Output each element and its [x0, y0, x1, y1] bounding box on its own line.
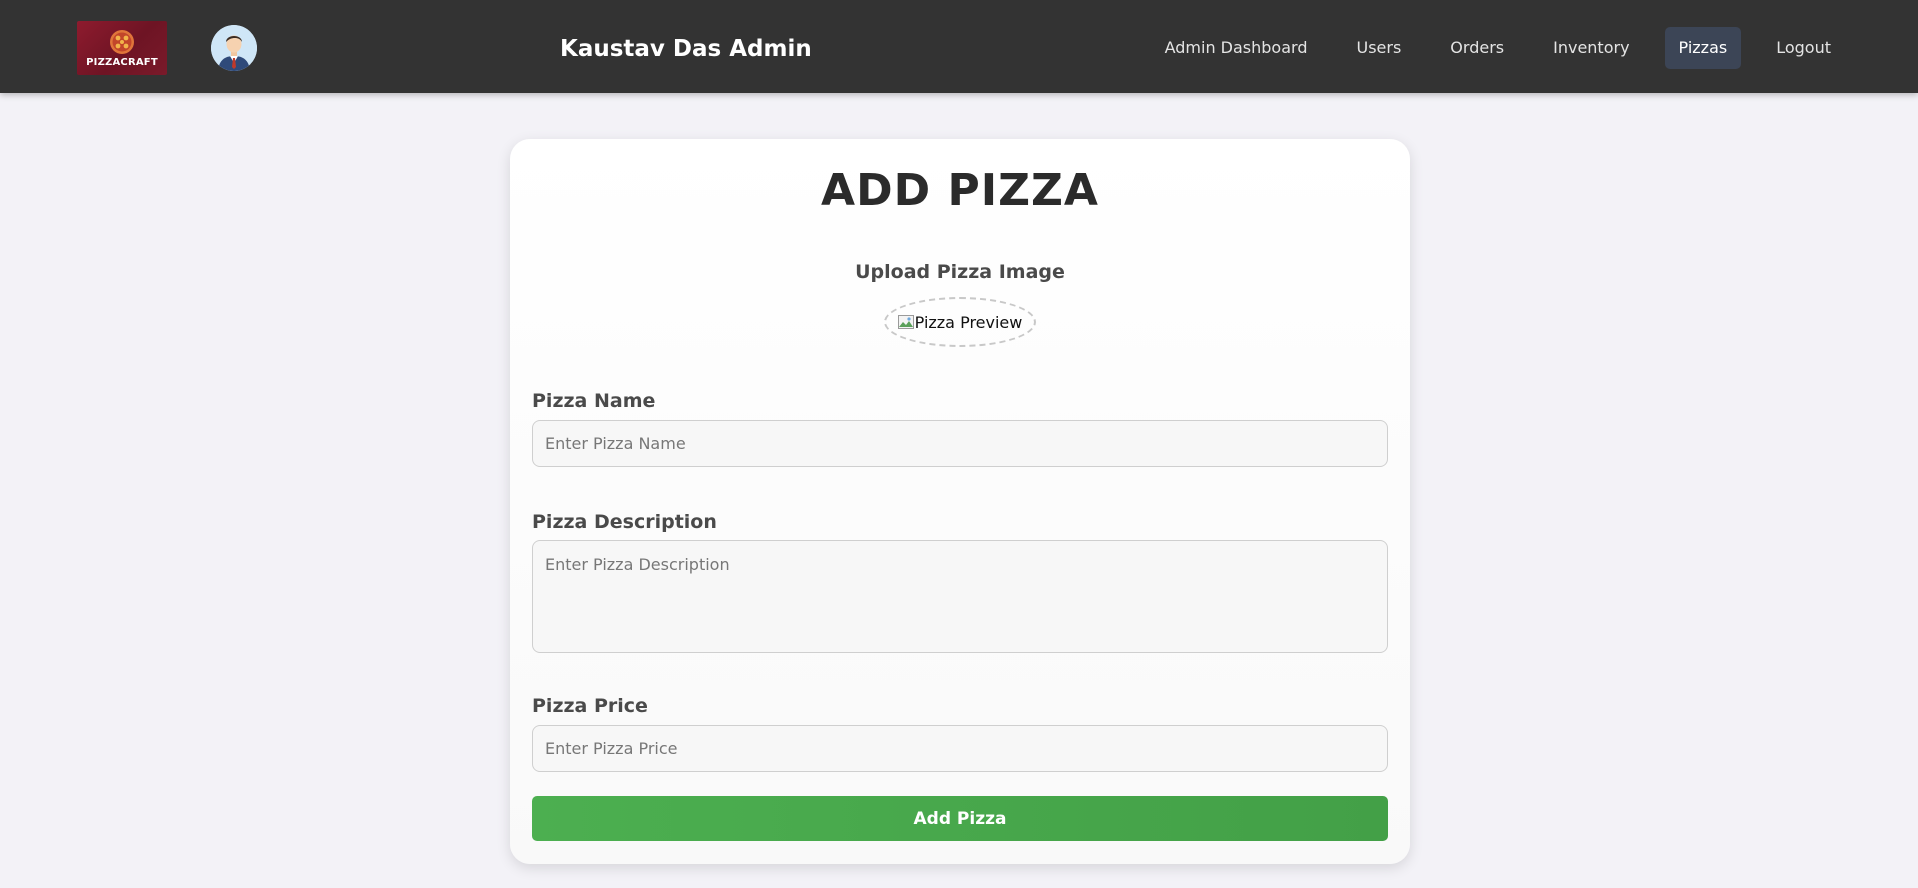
- nav-inventory[interactable]: Inventory: [1539, 27, 1643, 69]
- pizza-name-input[interactable]: [532, 420, 1388, 467]
- upload-image-label: Upload Pizza Image: [855, 261, 1065, 283]
- nav-users[interactable]: Users: [1342, 27, 1415, 69]
- pizza-description-textarea[interactable]: [532, 540, 1388, 653]
- broken-image-icon: [897, 315, 914, 329]
- logo-text: PIZZACRAFT: [86, 57, 158, 68]
- main-nav: Admin Dashboard Users Orders Inventory P…: [1130, 27, 1918, 69]
- page-title: ADD PIZZA: [821, 165, 1099, 216]
- pizza-price-label: Pizza Price: [532, 695, 648, 717]
- preview-alt-text: Pizza Preview: [914, 312, 1023, 332]
- pizzacraft-logo[interactable]: PIZZACRAFT: [77, 21, 167, 75]
- navbar: PIZZACRAFT Kaustav Das Admin Admin Dashb…: [0, 0, 1918, 93]
- user-avatar-icon: [211, 25, 257, 71]
- add-pizza-card: ADD PIZZA Upload Pizza Image Pizza Previ…: [510, 139, 1410, 864]
- add-pizza-button[interactable]: Add Pizza: [532, 796, 1388, 841]
- pizza-price-input[interactable]: [532, 725, 1388, 772]
- nav-logout[interactable]: Logout: [1762, 27, 1845, 69]
- pizza-name-label: Pizza Name: [532, 390, 656, 412]
- admin-avatar[interactable]: [211, 25, 257, 71]
- nav-pizzas[interactable]: Pizzas: [1664, 27, 1742, 69]
- pizza-image-preview[interactable]: Pizza Preview: [884, 297, 1036, 347]
- pizza-icon: [110, 30, 134, 54]
- nav-orders[interactable]: Orders: [1436, 27, 1518, 69]
- pizza-description-label: Pizza Description: [532, 511, 717, 533]
- nav-admin-dashboard[interactable]: Admin Dashboard: [1151, 27, 1322, 69]
- admin-title: Kaustav Das Admin: [560, 36, 812, 62]
